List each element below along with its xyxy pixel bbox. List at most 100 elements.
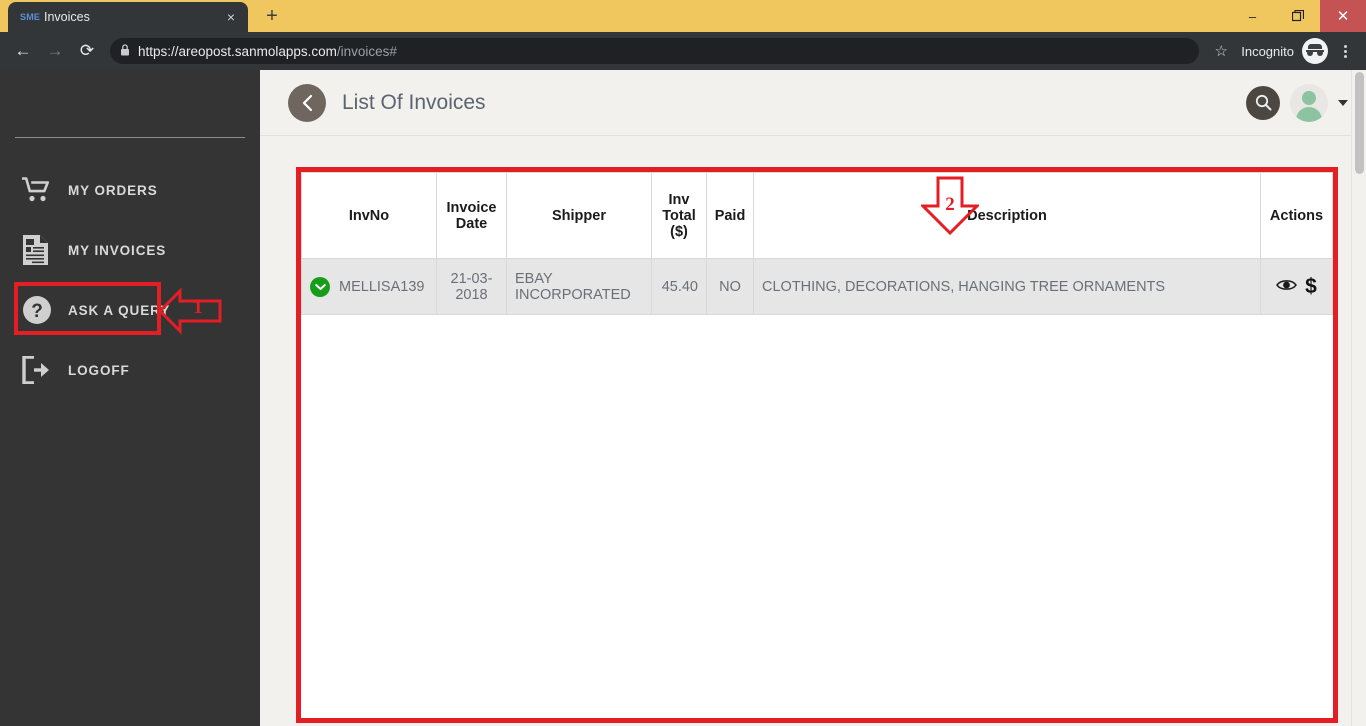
column-header-invno[interactable]: InvNo bbox=[301, 172, 437, 259]
column-header-inv-total[interactable]: Inv Total ($) bbox=[651, 172, 707, 259]
incognito-lens-left bbox=[1307, 50, 1313, 56]
column-header-actions[interactable]: Actions bbox=[1260, 172, 1333, 259]
column-header-invoice-date[interactable]: Invoice Date bbox=[436, 172, 507, 259]
annotation-1-label: 1 bbox=[193, 297, 203, 318]
kebab-dot-1 bbox=[1343, 44, 1347, 48]
header-actions bbox=[1246, 83, 1348, 122]
magnifier-glyph bbox=[1255, 94, 1271, 111]
chevron-left-icon bbox=[302, 94, 312, 111]
page-header: List Of Invoices bbox=[260, 70, 1366, 136]
eye-icon[interactable] bbox=[1276, 278, 1298, 296]
cell-invno[interactable]: MELLISA139 bbox=[301, 258, 437, 315]
invno-wrapper: MELLISA139 bbox=[310, 276, 428, 297]
invno-value: MELLISA139 bbox=[339, 278, 425, 295]
table-head: InvNo Invoice Date Shipper Inv Total ($) bbox=[301, 172, 1333, 259]
page-viewport: MY ORDERS MY INVOICES ? ASK A QUERY LOGO… bbox=[0, 70, 1366, 726]
pay-dollar-icon[interactable]: $ bbox=[1305, 275, 1317, 299]
padlock-icon bbox=[121, 43, 129, 55]
column-header-paid[interactable]: Paid bbox=[706, 172, 754, 259]
annotation-arrow-1: 1 bbox=[157, 285, 222, 337]
avatar[interactable] bbox=[1290, 83, 1328, 122]
annotation-highlight-my-invoices bbox=[14, 282, 161, 335]
tab-favicon: SME bbox=[20, 12, 41, 22]
table-header-row: InvNo Invoice Date Shipper Inv Total ($) bbox=[301, 172, 1333, 259]
browser-menu-button[interactable] bbox=[1332, 44, 1358, 58]
browser-toolbar: ← → ⟳ https://areopost.sanmolapps.com/in… bbox=[0, 32, 1366, 70]
shipper-line1: EBAY bbox=[515, 270, 553, 287]
app-sidebar: MY ORDERS MY INVOICES ? ASK A QUERY LOGO… bbox=[0, 70, 260, 726]
maximize-icon bbox=[1291, 10, 1304, 22]
browser-titlebar: SME Invoices × + – ✕ bbox=[0, 0, 1366, 32]
kebab-dot-2 bbox=[1343, 49, 1347, 53]
cell-shipper: EBAY INCORPORATED bbox=[506, 258, 652, 315]
shopping-cart-icon bbox=[22, 174, 58, 206]
invoice-date-line2: 2018 bbox=[455, 286, 488, 303]
lock-icon bbox=[120, 43, 130, 59]
logoff-arrow-icon bbox=[22, 354, 58, 386]
cart-glyph bbox=[22, 177, 49, 202]
page-title: List Of Invoices bbox=[342, 90, 486, 114]
address-bar[interactable]: https://areopost.sanmolapps.com/invoices… bbox=[110, 38, 1200, 64]
annotation-2-label: 2 bbox=[945, 194, 955, 215]
annotation-arrow-2: 2 bbox=[919, 176, 981, 236]
forward-button[interactable]: → bbox=[40, 36, 70, 66]
sidebar-item-my-orders[interactable]: MY ORDERS bbox=[0, 160, 260, 220]
window-controls: – ✕ bbox=[1230, 0, 1366, 32]
cell-actions: $ bbox=[1260, 258, 1333, 315]
cell-inv-total: 45.40 bbox=[651, 258, 707, 315]
tab-close-icon[interactable]: × bbox=[222, 8, 240, 26]
sidebar-item-logoff[interactable]: LOGOFF bbox=[0, 340, 260, 400]
main-content: List Of Invoices 2 InvNo Invoice Date Sh… bbox=[260, 70, 1366, 726]
url-text: https://areopost.sanmolapps.com/invoices… bbox=[138, 44, 397, 59]
column-header-invoice-date-line2: Date bbox=[455, 215, 488, 232]
incognito-hat bbox=[1308, 44, 1322, 49]
table-row[interactable]: MELLISA139 21-03- 2018 EBAY INCORPORATED bbox=[301, 258, 1333, 315]
cell-paid: NO bbox=[706, 258, 754, 315]
chevron-down-icon bbox=[314, 283, 326, 290]
new-tab-button[interactable]: + bbox=[258, 2, 286, 30]
browser-tab[interactable]: SME Invoices × bbox=[8, 2, 248, 32]
bill-glyph bbox=[23, 235, 48, 265]
cell-invoice-date: 21-03- 2018 bbox=[436, 258, 507, 315]
actions-wrapper: $ bbox=[1269, 275, 1324, 299]
minimize-button[interactable]: – bbox=[1230, 0, 1275, 32]
url-path: /invoices# bbox=[336, 43, 397, 59]
column-header-shipper[interactable]: Shipper bbox=[506, 172, 652, 259]
incognito-icon[interactable] bbox=[1302, 38, 1328, 64]
invoices-table: InvNo Invoice Date Shipper Inv Total ($) bbox=[301, 172, 1333, 315]
sidebar-item-label: LOGOFF bbox=[68, 362, 130, 378]
sidebar-divider bbox=[15, 137, 245, 138]
incognito-lens-right bbox=[1317, 50, 1323, 56]
sidebar-item-my-invoices[interactable]: MY INVOICES bbox=[0, 220, 260, 280]
avatar-head bbox=[1302, 90, 1316, 105]
incognito-label: Incognito bbox=[1241, 43, 1294, 59]
chevron-down-icon[interactable] bbox=[1338, 99, 1348, 106]
shipper-line2: INCORPORATED bbox=[515, 286, 631, 303]
column-header-inv-total-line2: Total bbox=[662, 207, 696, 224]
kebab-dot-3 bbox=[1343, 54, 1347, 58]
eye-glyph bbox=[1276, 279, 1298, 290]
back-button[interactable]: ← bbox=[8, 36, 38, 66]
sidebar-item-label: MY ORDERS bbox=[68, 182, 158, 198]
invoices-table-panel: InvNo Invoice Date Shipper Inv Total ($) bbox=[296, 167, 1338, 723]
tab-title: Invoices bbox=[44, 10, 90, 24]
scrollbar-thumb[interactable] bbox=[1355, 72, 1364, 174]
search-icon[interactable] bbox=[1246, 85, 1280, 120]
exit-glyph bbox=[22, 356, 49, 384]
close-window-button[interactable]: ✕ bbox=[1320, 0, 1366, 32]
column-header-description[interactable]: Description bbox=[753, 172, 1261, 259]
url-origin: https://areopost.sanmolapps.com bbox=[138, 43, 337, 59]
column-header-invoice-date-line1: Invoice bbox=[446, 199, 497, 216]
table-body: MELLISA139 21-03- 2018 EBAY INCORPORATED bbox=[301, 258, 1333, 315]
back-button-circle[interactable] bbox=[288, 83, 326, 122]
page-scrollbar[interactable] bbox=[1351, 70, 1366, 726]
reload-button[interactable]: ⟳ bbox=[72, 36, 102, 66]
bookmark-star-icon[interactable]: ☆ bbox=[1207, 42, 1235, 60]
sidebar-item-label: MY INVOICES bbox=[68, 242, 167, 258]
maximize-button[interactable] bbox=[1275, 0, 1320, 32]
cell-description: CLOTHING, DECORATIONS, HANGING TREE ORNA… bbox=[753, 258, 1261, 315]
status-badge[interactable] bbox=[310, 276, 330, 297]
invoice-date-line1: 21-03- bbox=[450, 270, 493, 287]
column-header-inv-total-line3: ($) bbox=[670, 223, 688, 240]
column-header-inv-total-line1: Inv bbox=[668, 191, 690, 208]
